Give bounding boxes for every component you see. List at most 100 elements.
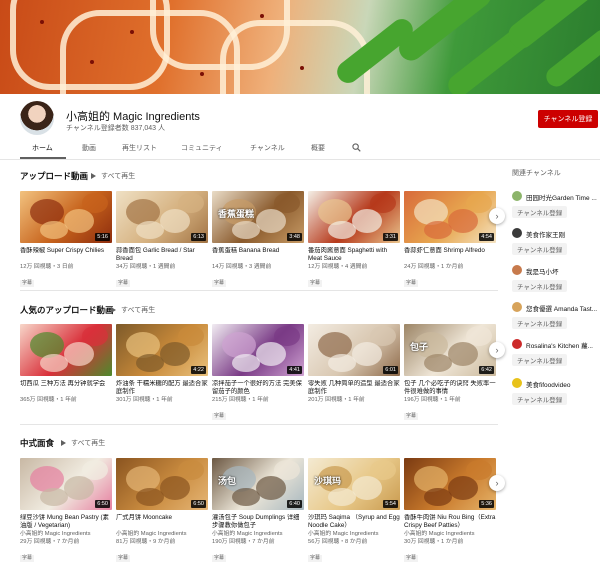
video-thumbnail[interactable]: 3:31 — [308, 191, 400, 243]
video-card[interactable]: 3:31 番茄肉酱意面 Spaghetti with Meat Sauce 12万 … — [308, 191, 400, 289]
thumbnail-food-shape — [160, 342, 190, 366]
video-channel[interactable]: 小高姐的 Magic Ingredients — [404, 530, 496, 538]
tab-videos[interactable]: 動画 — [82, 143, 96, 153]
video-card[interactable]: 沙琪玛 5:54 沙琪玛 Saqima （Syrup and Egg Noodle … — [308, 458, 400, 564]
banner-scallion — [542, 25, 600, 91]
subscriber-count: チャンネル登録者数 837,043 人 — [66, 125, 165, 132]
channel-avatar[interactable] — [20, 101, 54, 135]
video-card[interactable]: 香蕉蛋糕 3:48 香蕉蛋糕 Banana Bread 14万 回視聴・3 週間前 字幕 — [212, 191, 304, 289]
video-channel[interactable]: 小高姐的 Magic Ingredients — [308, 530, 400, 538]
tab-about[interactable]: 概要 — [311, 143, 325, 153]
video-channel[interactable]: 小高姐的 Magic Ingredients — [212, 530, 304, 538]
video-thumbnail[interactable]: 5:36 — [404, 458, 496, 510]
banner-chili — [260, 14, 264, 18]
video-thumbnail[interactable]: 包子 6:42 — [404, 324, 496, 376]
video-duration: 6:42 — [479, 366, 494, 374]
related-subscribe-button[interactable]: チャンネル登録 — [512, 393, 568, 405]
related-channel-name[interactable]: 美食fifoodvideo — [526, 379, 600, 389]
video-title[interactable]: 零失败 几种简单的造型 最适合家庭制作 — [308, 380, 400, 396]
video-title[interactable]: 凉拌茄子一个很好的方法 完美保留茄子的颜色 — [212, 380, 304, 396]
related-subscribe-button[interactable]: チャンネル登録 — [512, 206, 568, 218]
video-channel[interactable]: 小高姐的 Magic Ingredients — [20, 530, 112, 538]
video-thumbnail[interactable]: 汤包 6:40 — [212, 458, 304, 510]
related-channel-name[interactable]: 我是马小坏 — [526, 266, 600, 276]
video-duration: 6:50 — [191, 500, 206, 508]
video-card[interactable]: 4:54 香蒜虾仁意面 Shrimp Alfredo 24万 回視聴・1 か月前 字幕 — [404, 191, 496, 289]
video-thumbnail[interactable]: 6:50 — [20, 458, 112, 510]
thumbnail-food-shape — [328, 354, 356, 372]
video-title[interactable]: 炸油条 干糯米糖的配方 最适合家庭制作 — [116, 380, 208, 396]
video-title[interactable]: 香蕉蛋糕 Banana Bread — [212, 247, 304, 263]
video-title[interactable]: 香酥辣椒 Super Crispy Chilies — [20, 247, 112, 263]
video-title[interactable]: 广式月饼 Mooncake — [116, 514, 208, 530]
video-card[interactable]: 6:50 广式月饼 Mooncake 小高姐的 Magic Ingredients 8… — [116, 458, 208, 564]
thumbnail-caption: 汤包 — [218, 476, 237, 486]
channel-avatar[interactable] — [512, 265, 522, 275]
banner-chili — [90, 60, 94, 64]
video-title[interactable]: 番茄肉酱意面 Spaghetti with Meat Sauce — [308, 247, 400, 263]
video-card[interactable]: 6:01 零失败 几种简单的造型 最适合家庭制作 201万 回視聴・1 年前 — [308, 324, 400, 404]
thumbnail-food-shape — [232, 354, 260, 372]
video-thumbnail[interactable]: 香蕉蛋糕 3:48 — [212, 191, 304, 243]
tab-community[interactable]: コミュニティ — [181, 143, 223, 153]
related-subscribe-button[interactable]: チャンネル登録 — [512, 354, 568, 366]
channel-avatar[interactable] — [512, 302, 522, 312]
thumbnail-food-shape — [178, 193, 204, 213]
video-card[interactable]: 6:13 蒜香面包 Garlic Bread / Star Bread 34万 回視… — [116, 191, 208, 289]
channel-avatar[interactable] — [512, 339, 522, 349]
thumbnail-food-shape — [64, 476, 94, 500]
video-card[interactable]: 包子 6:42 包子 几个必吃子的诀窍 失败率一件很难做的事情 196万 回視聴・1 … — [404, 324, 496, 422]
video-metadata: 34万 回視聴・1 週間前 — [116, 264, 176, 271]
video-metadata: 29万 回視聴・7 か月前 — [20, 539, 80, 546]
video-thumbnail[interactable]: 6:01 — [308, 324, 400, 376]
video-card[interactable]: 6:50 绿豆沙饼 Mung Bean Pastry (素油版 / Vegetar… — [20, 458, 112, 564]
video-thumbnail[interactable]: 4:54 — [404, 191, 496, 243]
related-channel-name[interactable]: Rosalina's Kitchen 蘿... — [526, 340, 600, 350]
video-card[interactable]: 汤包 6:40 灌汤包子 Soup Dumplings 详细步骤教你做包子 小高姐的 … — [212, 458, 304, 564]
video-title[interactable]: 沙琪玛 Saqima （Syrup and Egg Noodle Cake） — [308, 514, 400, 530]
related-subscribe-button[interactable]: チャンネル登録 — [512, 317, 568, 329]
video-duration: 5:36 — [479, 500, 494, 508]
channel-avatar[interactable] — [512, 228, 522, 238]
video-thumbnail[interactable]: 沙琪玛 5:54 — [308, 458, 400, 510]
related-channel-name[interactable]: 田园时光Garden Time ... — [526, 192, 600, 202]
video-thumbnail[interactable]: 6:50 — [116, 458, 208, 510]
banner-chili — [40, 20, 44, 24]
shelf-next-button[interactable]: › — [489, 342, 505, 358]
video-channel[interactable]: 小高姐的 Magic Ingredients — [116, 530, 208, 538]
video-thumbnail[interactable]: 6:13 — [116, 191, 208, 243]
video-thumbnail[interactable]: 4:22 — [116, 324, 208, 376]
video-card[interactable]: 切西瓜 三种方法 再分钟就学会 365万 回視聴・1 年前 — [20, 324, 112, 404]
video-title[interactable]: 切西瓜 三种方法 再分钟就学会 — [20, 380, 112, 396]
video-card[interactable]: 5:16 香酥辣椒 Super Crispy Chilies 12万 回視聴・3 日… — [20, 191, 112, 289]
related-channel-name[interactable]: 您食優選 Amanda Tast... — [526, 303, 600, 313]
related-subscribe-button[interactable]: チャンネル登録 — [512, 243, 568, 255]
channel-avatar[interactable] — [512, 191, 522, 201]
search-icon[interactable] — [352, 143, 361, 152]
shelf-next-button[interactable]: › — [489, 208, 505, 224]
shelf-next-button[interactable]: › — [489, 475, 505, 491]
tab-channels[interactable]: チャンネル — [250, 143, 285, 153]
tab-playlists[interactable]: 再生リスト — [122, 143, 157, 153]
video-thumbnail[interactable] — [20, 324, 112, 376]
video-card[interactable]: 4:22 炸油条 干糯米糖的配方 最适合家庭制作 301万 回視聴・1 年前 — [116, 324, 208, 404]
video-title[interactable]: 包子 几个必吃子的诀窍 失败率一件很难做的事情 — [404, 380, 496, 396]
subscribe-button[interactable]: チャンネル登録 — [538, 110, 598, 128]
related-channel-name[interactable]: 美食作家王刚 — [526, 229, 600, 239]
video-card[interactable]: 5:36 香酥牛肉饼 Niu Rou Bing（Extra Crispy Beef… — [404, 458, 496, 564]
channel-avatar[interactable] — [512, 378, 522, 388]
video-title[interactable]: 灌汤包子 Soup Dumplings 详细步骤教你做包子 — [212, 514, 304, 530]
thumbnail-food-shape — [256, 209, 286, 233]
video-thumbnail[interactable]: 4:41 — [212, 324, 304, 376]
video-title[interactable]: 香酥牛肉饼 Niu Rou Bing（Extra Crispy Beef Pat… — [404, 514, 496, 530]
play-all-button[interactable]: すべて再生 — [91, 171, 135, 181]
video-title[interactable]: 香蒜虾仁意面 Shrimp Alfredo — [404, 247, 496, 263]
video-title[interactable]: 蒜香面包 Garlic Bread / Star Bread — [116, 247, 208, 263]
video-card[interactable]: 4:41 凉拌茄子一个很好的方法 完美保留茄子的颜色 215万 回視聴・1 年前 字幕 — [212, 324, 304, 422]
video-title[interactable]: 绿豆沙饼 Mung Bean Pastry (素油版 / Vegetarian) — [20, 514, 112, 530]
tab-home[interactable]: ホーム — [32, 143, 53, 153]
video-thumbnail[interactable]: 5:16 — [20, 191, 112, 243]
video-metadata: 12万 回視聴・4 週間前 — [308, 264, 368, 271]
section-title[interactable]: アップロード動画 — [20, 170, 88, 182]
related-subscribe-button[interactable]: チャンネル登録 — [512, 280, 568, 292]
